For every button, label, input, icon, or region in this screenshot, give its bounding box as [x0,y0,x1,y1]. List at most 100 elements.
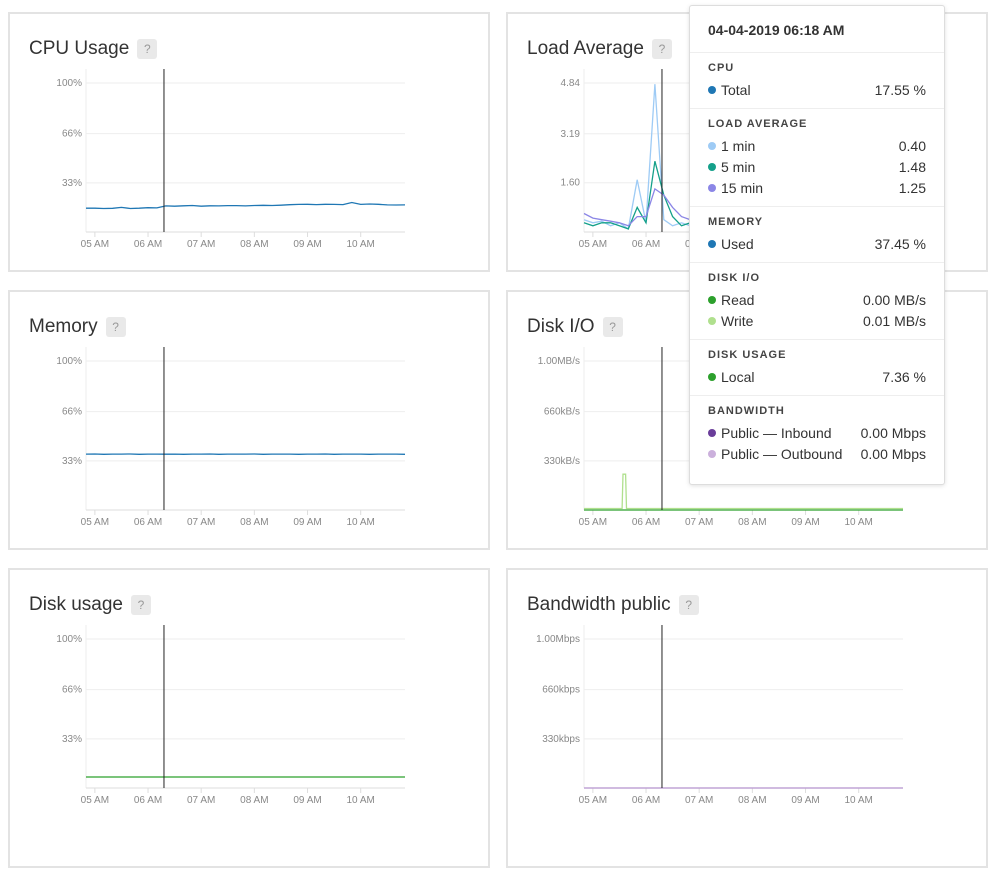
x-tick-label: 05 AM [81,517,109,528]
y-tick-label: 33% [62,178,82,189]
y-tick-label: 330kbps [542,734,580,745]
tooltip-row-value: 0.01 MB/s [862,312,926,329]
x-tick-label: 10 AM [845,795,873,806]
y-tick-label: 4.84 [561,78,581,89]
series-dot-icon [708,428,716,437]
series-dot-icon [708,316,716,325]
series-dot-icon [708,162,716,171]
y-tick-label: 1.60 [561,178,581,189]
x-tick-label: 06 AM [632,517,660,528]
y-tick-label: 100% [56,634,82,645]
tooltip-row-value: 7.36 % [882,368,926,385]
series-dot-icon [708,295,716,304]
y-tick-label: 33% [62,456,82,467]
tooltip-row: Local 7.36 % [708,366,926,387]
x-tick-label: 07 AM [187,517,215,528]
x-tick-label: 09 AM [293,239,321,250]
tooltip-row-label-wrap: 15 min [708,180,763,196]
tooltip-row: 1 min 0.40 [708,135,926,156]
y-tick-label: 330kB/s [544,456,580,467]
tooltip-row-value: 37.45 % [874,235,926,252]
tooltip-row-label: Local [721,368,755,385]
x-tick-label: 10 AM [347,239,375,250]
memory-panel: Memory? 100% 66% 33% 05 AM 06 AM 07 AM 08 AM 09 … [8,290,490,550]
tooltip-row-label-wrap: Public — Inbound [708,425,832,441]
x-tick-label: 09 AM [791,517,819,528]
tooltip-row-label: 15 min [721,179,764,196]
series-dot-icon [708,449,716,458]
x-tick-label: 07 AM [685,517,713,528]
tooltip-row-value: 0.40 [898,137,926,154]
tooltip-timestamp: 04-04-2019 06:18 AM [690,6,944,53]
tooltip-row-label: Used [721,235,754,252]
tooltip-row-value: 0.00 Mbps [860,424,926,441]
y-tick-label: 660kbps [542,685,580,696]
x-tick-label: 05 AM [81,795,109,806]
series-line [86,201,406,210]
bandwidth-public-panel: Bandwidth public? 1.00Mbps 660kbps 330kbps 0… [506,568,988,868]
tooltip-section: MEMORY Used 37.45 % [690,207,944,263]
tooltip-row-label-wrap: Public — Outbound [708,446,842,462]
tooltip-row-value: 1.48 [898,158,926,175]
x-tick-label: 10 AM [347,517,375,528]
y-tick-label: 1.00Mbps [536,634,580,645]
tooltip-row: 15 min 1.25 [708,177,926,198]
tooltip-row-label-wrap: Used [708,236,754,252]
tooltip-row-value: 0.00 MB/s [862,291,926,308]
y-tick-label: 100% [56,78,82,89]
x-tick-label: 10 AM [347,795,375,806]
tooltip-section-title: BANDWIDTH [708,405,785,417]
chart-svg: 1.00Mbps 660kbps 330kbps 05 AM 06 AM 07 AM 08 … [536,625,903,806]
tooltip-section-title: LOAD AVERAGE [708,118,808,130]
y-tick-label: 66% [62,407,82,418]
x-tick-label: 09 AM [293,795,321,806]
tooltip-row-value: 0.00 Mbps [860,445,926,462]
tooltip-row-label: Public — Outbound [721,445,843,462]
y-tick-label: 100% [56,356,82,367]
x-tick-label: 07 AM [187,795,215,806]
x-tick-label: 08 AM [738,795,766,806]
tooltip-row-label: 5 min [721,158,756,175]
tooltip-row-label: Read [721,291,755,308]
cpu-usage-panel: CPU Usage? 100% 66% 33% 05 AM 06 AM 07 AM 08 AM… [8,12,490,272]
x-tick-label: 10 AM [845,517,873,528]
tooltip-row-label-wrap: Read [708,292,754,308]
x-tick-label: 08 AM [240,795,268,806]
tooltip-row-label: Public — Inbound [721,424,832,441]
series-dot-icon [708,183,716,192]
disk-usage-panel: Disk usage? 100% 66% 33% 05 AM 06 AM 07 AM 08 A… [8,568,490,868]
series-dot-icon [708,372,716,381]
tooltip-row-label-wrap: Total [708,82,751,98]
x-tick-label: 06 AM [134,239,162,250]
tooltip-section-title: MEMORY [708,216,764,228]
x-tick-label: 07 AM [187,239,215,250]
tooltip-row: Public — Outbound 0.00 Mbps [708,443,926,464]
tooltip-row-label-wrap: 5 min [708,159,755,175]
tooltip-row-value: 1.25 [898,179,926,196]
tooltip-row: Write 0.01 MB/s [708,310,926,331]
tooltip-section: CPU Total 17.55 % [690,53,944,109]
tooltip-section-title: CPU [708,62,735,74]
y-tick-label: 66% [62,685,82,696]
tooltip-row-label: Write [721,312,754,329]
tooltip-row-label-wrap: 1 min [708,138,755,154]
x-tick-label: 09 AM [791,795,819,806]
y-tick-label: 1.00MB/s [538,356,580,367]
chart-svg: 100% 66% 33% 05 AM 06 AM 07 AM 08 AM 09 AM 10 AM [56,69,406,250]
chart-svg: 100% 66% 33% 05 AM 06 AM 07 AM 08 AM 09 AM 10 AM [56,625,405,806]
tooltip-row: Used 37.45 % [708,233,926,254]
series-dot-icon [708,239,716,248]
tooltip-section: DISK I/O Read 0.00 MB/s Write 0.01 MB/s [690,263,944,340]
x-tick-label: 05 AM [579,517,607,528]
tooltip-row: Read 0.00 MB/s [708,289,926,310]
x-tick-label: 08 AM [240,239,268,250]
x-tick-label: 05 AM [579,795,607,806]
tooltip-row: Public — Inbound 0.00 Mbps [708,422,926,443]
x-tick-label: 06 AM [134,795,162,806]
x-tick-label: 07 AM [685,795,713,806]
tooltip-row-label-wrap: Write [708,313,753,329]
x-tick-label: 08 AM [738,517,766,528]
y-tick-label: 660kB/s [544,407,580,418]
chart-tooltip: 04-04-2019 06:18 AM CPU Total 17.55 % LOAD … [689,5,945,485]
x-tick-label: 06 AM [632,795,660,806]
